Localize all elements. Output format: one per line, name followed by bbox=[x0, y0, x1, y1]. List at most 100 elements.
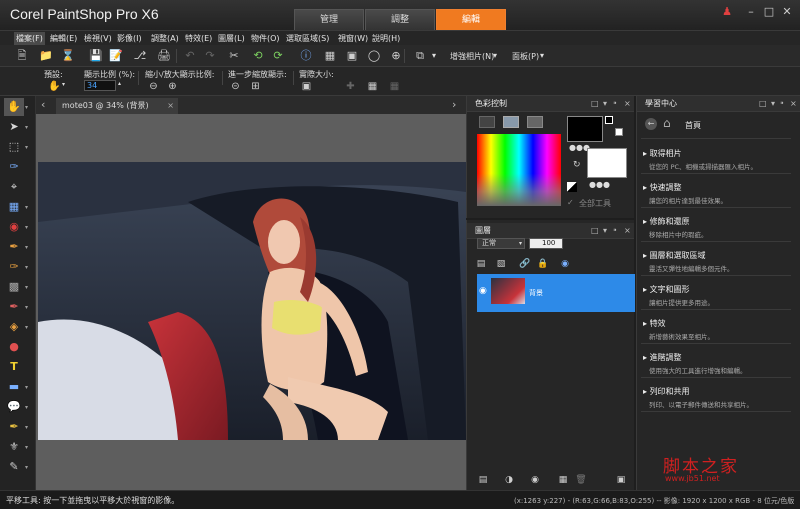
menu-window[interactable]: 視窗(W) bbox=[338, 32, 368, 45]
new-layer-icon[interactable]: ▤ bbox=[475, 472, 491, 488]
back-icon[interactable]: ← bbox=[645, 118, 657, 130]
photo-image[interactable] bbox=[38, 162, 466, 440]
tab-adjust[interactable]: 調整 bbox=[365, 9, 435, 30]
learn-item-print-share[interactable]: ▸ 列印和共用 列印、以電子郵件傳送和共享相片。 bbox=[643, 386, 753, 409]
scan-icon[interactable]: ⌛ bbox=[60, 48, 76, 64]
dropdown-arrow-icon[interactable]: ▾ bbox=[25, 124, 28, 131]
menu-help[interactable]: 說明(H) bbox=[372, 32, 400, 45]
new-raster-layer-icon[interactable]: ▤ bbox=[473, 256, 489, 272]
enhance-photo-menu[interactable]: 增強相片(N) bbox=[450, 51, 494, 62]
dropdown-arrow-icon[interactable]: ▾ bbox=[25, 404, 28, 411]
dropdown-arrow-icon[interactable]: ▾ bbox=[25, 264, 28, 271]
maximize-icon[interactable]: □ bbox=[762, 5, 776, 19]
warp-tool-icon[interactable]: ⚜ bbox=[6, 439, 22, 455]
user-icon[interactable]: ♟ bbox=[720, 5, 734, 19]
rotate-left-icon[interactable]: ⟲ bbox=[250, 48, 266, 64]
dropdown-arrow-icon[interactable]: ▾ bbox=[603, 223, 607, 239]
dropdown-arrow-icon[interactable]: ▾ bbox=[25, 304, 28, 311]
home-icon[interactable]: ⌂ bbox=[663, 116, 671, 130]
menu-objects[interactable]: 物件(O) bbox=[251, 32, 280, 45]
delete-layer-icon[interactable]: 🗑 bbox=[573, 472, 589, 488]
dropdown-arrow-icon[interactable]: ▾ bbox=[25, 204, 28, 211]
pin-icon[interactable]: ⁍ bbox=[780, 96, 784, 112]
save-as-icon[interactable]: 📝 bbox=[108, 48, 124, 64]
redo-icon[interactable]: ↷ bbox=[202, 48, 218, 64]
retouch-tool-icon[interactable]: ✎ bbox=[6, 459, 22, 475]
straighten-tool-icon[interactable]: ▦ bbox=[6, 199, 22, 215]
dropper-tool-icon[interactable]: ✑ bbox=[6, 159, 22, 175]
palettes-menu[interactable]: 面板(P) bbox=[512, 51, 539, 62]
background-material-icons[interactable]: ●●● bbox=[589, 180, 610, 189]
close-panel-icon[interactable]: × bbox=[790, 96, 797, 112]
tab-manage[interactable]: 管理 bbox=[294, 9, 364, 30]
menu-view[interactable]: 檢視(V) bbox=[84, 32, 112, 45]
dropdown-arrow-icon[interactable]: ▾ bbox=[25, 244, 28, 251]
learn-item-quick-fix[interactable]: ▸ 快速調整 讓您的相片達到最佳效果。 bbox=[643, 182, 727, 205]
pan-preset-icon[interactable]: ✋ bbox=[48, 80, 61, 93]
zoom-percent-field[interactable]: 34 bbox=[84, 80, 116, 91]
dropdown-arrow-icon[interactable]: ▾ bbox=[519, 239, 522, 248]
pick-tool-icon[interactable]: ➤ bbox=[6, 119, 22, 135]
panel-menu-icon[interactable]: □ bbox=[759, 96, 767, 112]
zoom-more-in-icon[interactable]: ⊞ bbox=[249, 80, 262, 93]
zoom-out-icon[interactable]: ◯ bbox=[366, 48, 382, 64]
new-file-icon[interactable]: 🗎 bbox=[14, 48, 30, 64]
zoom-spinner-icon[interactable]: ▴ bbox=[118, 80, 121, 87]
dropdown-arrow-icon[interactable]: ▾ bbox=[62, 81, 65, 88]
pen-tool-icon[interactable]: ✒ bbox=[6, 419, 22, 435]
image-canvas[interactable] bbox=[36, 114, 466, 490]
selection-tool-icon[interactable]: ⬚ bbox=[6, 139, 22, 155]
info-icon[interactable]: ⓘ bbox=[298, 48, 314, 64]
menu-layers[interactable]: 圖層(L) bbox=[218, 32, 245, 45]
dropdown-arrow-icon[interactable]: ▾ bbox=[432, 51, 436, 60]
rotate-right-icon[interactable]: ⟳ bbox=[270, 48, 286, 64]
gradient-swatch-icon[interactable] bbox=[503, 116, 519, 128]
gradient-tool-icon[interactable]: ▩ bbox=[6, 279, 22, 295]
zoom-in-icon[interactable]: ⊕ bbox=[388, 48, 404, 64]
print-icon[interactable]: 🖨 bbox=[156, 48, 172, 64]
fit-window-icon[interactable]: ▣ bbox=[344, 48, 360, 64]
opacity-field[interactable]: 100 bbox=[529, 238, 563, 249]
menu-edit[interactable]: 編輯(E) bbox=[50, 32, 77, 45]
all-tools-checkbox[interactable]: ✓ bbox=[567, 198, 574, 207]
undo-icon[interactable]: ↶ bbox=[182, 48, 198, 64]
dropdown-arrow-icon[interactable]: ▾ bbox=[25, 384, 28, 391]
speech-bubble-tool-icon[interactable]: 💬 bbox=[6, 399, 22, 415]
dropdown-arrow-icon[interactable]: ▾ bbox=[25, 104, 28, 111]
save-icon[interactable]: 💾 bbox=[88, 48, 104, 64]
background-color-swatch[interactable] bbox=[587, 148, 627, 178]
color-spectrum[interactable] bbox=[477, 134, 561, 206]
dropdown-arrow-icon[interactable]: ▾ bbox=[540, 51, 544, 60]
document-tab[interactable]: mote03 @ 34% (背景) × bbox=[56, 98, 178, 114]
mask-icon[interactable]: ◉ bbox=[527, 472, 543, 488]
foreground-color-swatch[interactable] bbox=[567, 116, 603, 142]
layer-row-background[interactable]: ◉ 背景 bbox=[477, 274, 635, 312]
open-folder-icon[interactable]: 📁 bbox=[38, 48, 54, 64]
close-panel-icon[interactable]: × bbox=[624, 223, 631, 239]
close-icon[interactable]: ✕ bbox=[780, 5, 794, 19]
share-icon[interactable]: ⎇ bbox=[132, 48, 148, 64]
actual-size-icon[interactable]: ▣ bbox=[300, 80, 313, 93]
pin-icon[interactable]: ⁍ bbox=[613, 96, 617, 112]
layer-properties-icon[interactable]: ▣ bbox=[613, 472, 629, 488]
learn-item-effects[interactable]: ▸ 特效 新增藝術效果至相片。 bbox=[643, 318, 714, 341]
dropdown-arrow-icon[interactable]: ▾ bbox=[771, 96, 775, 112]
menu-selections[interactable]: 選取區域(S) bbox=[286, 32, 329, 45]
pin-icon[interactable]: ⁍ bbox=[613, 223, 617, 239]
adjustment-layer-icon[interactable]: ◑ bbox=[501, 472, 517, 488]
panel-menu-icon[interactable]: □ bbox=[591, 96, 599, 112]
dropdown-arrow-icon[interactable]: ▾ bbox=[25, 424, 28, 431]
blend-mode-select[interactable]: 正常 ▾ bbox=[477, 238, 525, 249]
dropdown-arrow-icon[interactable]: ▾ bbox=[25, 144, 28, 151]
minimize-icon[interactable]: – bbox=[744, 5, 758, 19]
menu-adjust[interactable]: 調整(A) bbox=[151, 32, 179, 45]
cut-icon[interactable]: ✂ bbox=[226, 48, 242, 64]
dropdown-arrow-icon[interactable]: ▾ bbox=[493, 51, 497, 60]
menu-effects[interactable]: 特效(E) bbox=[185, 32, 212, 45]
shape-tool-icon[interactable]: ▬ bbox=[6, 379, 22, 395]
frame-swatch-icon[interactable] bbox=[479, 116, 495, 128]
merge-icon[interactable]: ▦ bbox=[555, 472, 571, 488]
swap-colors-icon[interactable]: ↻ bbox=[573, 160, 581, 170]
tab-scroll-left-icon[interactable]: ‹ bbox=[41, 98, 45, 111]
red-eye-tool-icon[interactable]: ◉ bbox=[6, 219, 22, 235]
